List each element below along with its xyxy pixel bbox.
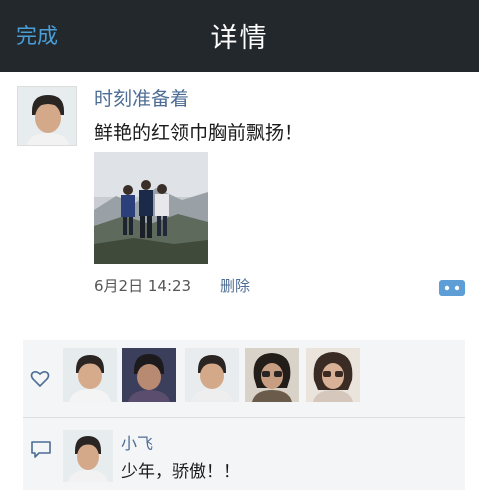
delete-button[interactable]: 删除 [220, 275, 250, 296]
post-photo[interactable] [94, 152, 208, 264]
comment-bubble-icon [30, 440, 52, 460]
panel-divider [23, 417, 465, 418]
commenter-name[interactable]: 小飞 [121, 430, 153, 454]
post-timestamp: 6月2日 14:23 [94, 277, 192, 295]
liker-avatar[interactable] [245, 348, 299, 402]
commenter-avatar[interactable] [63, 430, 113, 482]
comment-toggle-icon[interactable] [438, 278, 466, 298]
navigation-bar: 完成 详情 [0, 0, 479, 72]
page-title: 详情 [210, 23, 269, 54]
heart-icon [30, 370, 50, 388]
liker-avatar[interactable] [63, 348, 117, 402]
liker-avatar[interactable] [185, 348, 239, 402]
post-content: 鲜艳的红领巾胸前飘扬！ [94, 122, 304, 144]
liker-avatar[interactable] [306, 348, 360, 402]
comment-text: 少年，骄傲！！ [121, 462, 240, 482]
author-avatar[interactable] [17, 86, 77, 146]
liker-avatar[interactable] [122, 348, 176, 402]
post-author-name[interactable]: 时刻准备着 [94, 84, 189, 111]
